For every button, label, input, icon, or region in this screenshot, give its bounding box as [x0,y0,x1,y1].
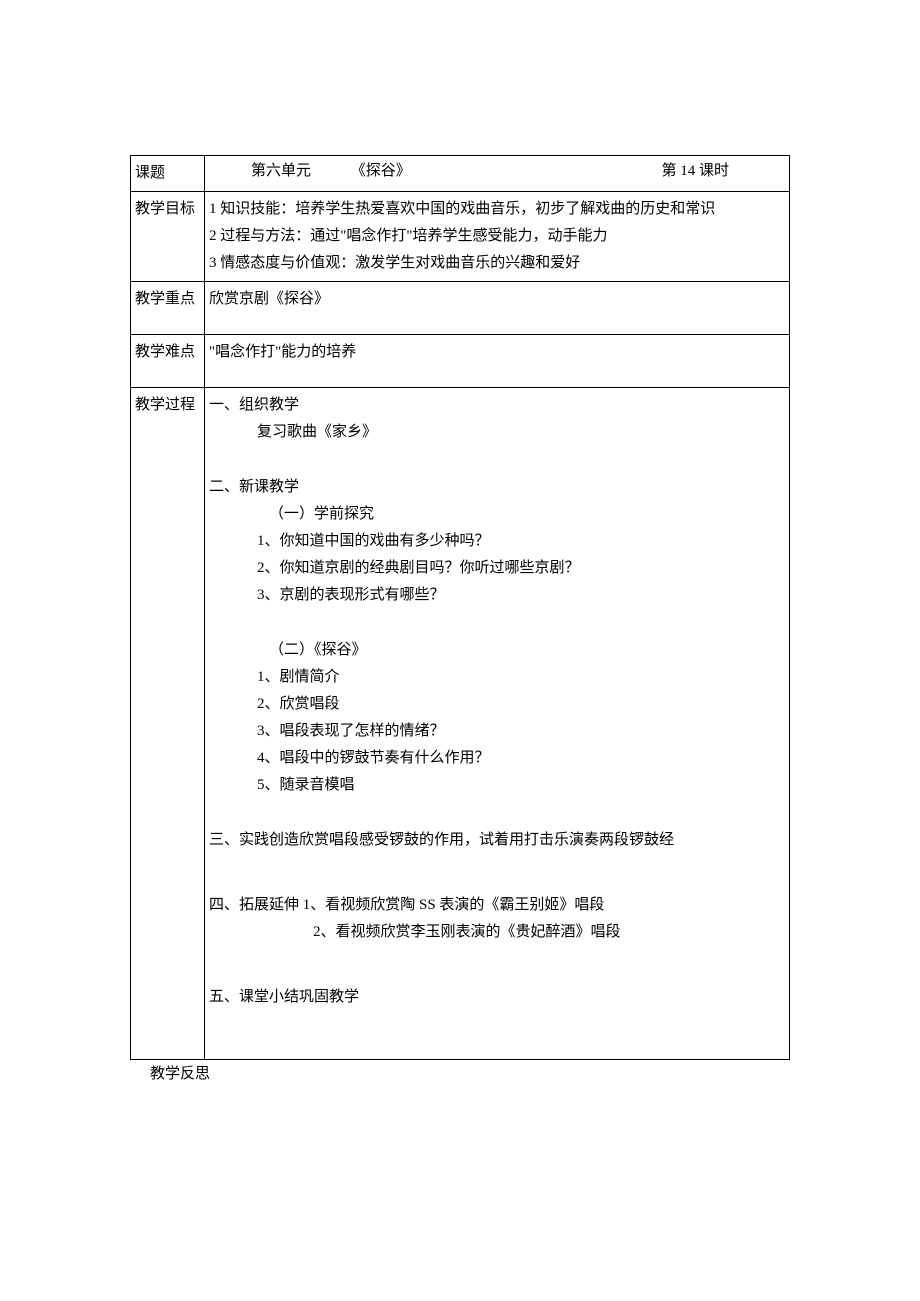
section-3-title: 三、实践创造欣赏唱段感受锣鼓的作用，试着用打击乐演奏两段锣鼓经 [209,827,785,854]
objectives-label: 教学目标 [131,192,205,282]
title-row: 课题 第六单元 《探谷》 第 14 课时 [131,156,790,192]
objective-2: 2 过程与方法：通过"唱念作打"培养学生感受能力，动手能力 [209,223,785,250]
objectives-content: 1 知识技能：培养学生热爱喜欢中国的戏曲音乐，初步了解戏曲的历史和常识 2 过程… [205,192,790,282]
section-4-line-b: 2、看视频欣赏李玉刚表演的《贵妃醉酒》唱段 [209,919,785,946]
difficulty-row: 教学难点 "唱念作打"能力的培养 [131,335,790,388]
piece-title: 《探谷》 [351,163,411,179]
title-content: 第六单元 《探谷》 第 14 课时 [205,156,790,192]
lesson-plan-page: 课题 第六单元 《探谷》 第 14 课时 教学目标 1 知识技能：培养学生热爱喜… [0,0,920,1143]
period-text: 第 14 课时 [661,158,729,185]
process-label: 教学过程 [131,388,205,1060]
section-2b-item-1: 1、剧情简介 [209,664,785,691]
section-1-line-1: 复习歌曲《家乡》 [209,419,785,446]
lesson-plan-table: 课题 第六单元 《探谷》 第 14 课时 教学目标 1 知识技能：培养学生热爱喜… [130,155,790,1060]
key-point-content: 欣赏京剧《探谷》 [205,282,790,335]
section-5-title: 五、课堂小结巩固教学 [209,984,785,1011]
objectives-row: 教学目标 1 知识技能：培养学生热爱喜欢中国的戏曲音乐，初步了解戏曲的历史和常识… [131,192,790,282]
section-4-line-a: 四、拓展延伸 1、看视频欣赏陶 SS 表演的《霸王别姬》唱段 [209,892,785,919]
section-2b-item-5: 5、随录音模唱 [209,772,785,799]
section-2b-item-3: 3、唱段表现了怎样的情绪？ [209,718,785,745]
teaching-reflection-label: 教学反思 [130,1060,790,1083]
section-2b-item-4: 4、唱段中的锣鼓节奏有什么作用？ [209,745,785,772]
process-row: 教学过程 一、组织教学 复习歌曲《家乡》 二、新课教学 （一）学前探究 1、你知… [131,388,790,1060]
section-1-title: 一、组织教学 [209,392,785,419]
process-content: 一、组织教学 复习歌曲《家乡》 二、新课教学 （一）学前探究 1、你知道中国的戏… [205,388,790,1060]
difficulty-label: 教学难点 [131,335,205,388]
difficulty-content: "唱念作打"能力的培养 [205,335,790,388]
section-2a-item-2: 2、你知道京剧的经典剧目吗？你听过哪些京剧？ [209,555,785,582]
objective-3: 3 情感态度与价值观：激发学生对戏曲音乐的兴趣和爱好 [209,250,785,277]
section-2a-item-3: 3、京剧的表现形式有哪些？ [209,582,785,609]
section-2a-item-1: 1、你知道中国的戏曲有多少种吗？ [209,528,785,555]
section-2b-title: （二）《探谷》 [209,637,785,664]
unit-text: 第六单元 [251,158,311,185]
title-label: 课题 [131,156,205,192]
objective-1: 1 知识技能：培养学生热爱喜欢中国的戏曲音乐，初步了解戏曲的历史和常识 [209,196,785,223]
key-point-row: 教学重点 欣赏京剧《探谷》 [131,282,790,335]
section-2-title: 二、新课教学 [209,474,785,501]
key-point-label: 教学重点 [131,282,205,335]
section-2a-title: （一）学前探究 [209,501,785,528]
section-2b-item-2: 2、欣赏唱段 [209,691,785,718]
